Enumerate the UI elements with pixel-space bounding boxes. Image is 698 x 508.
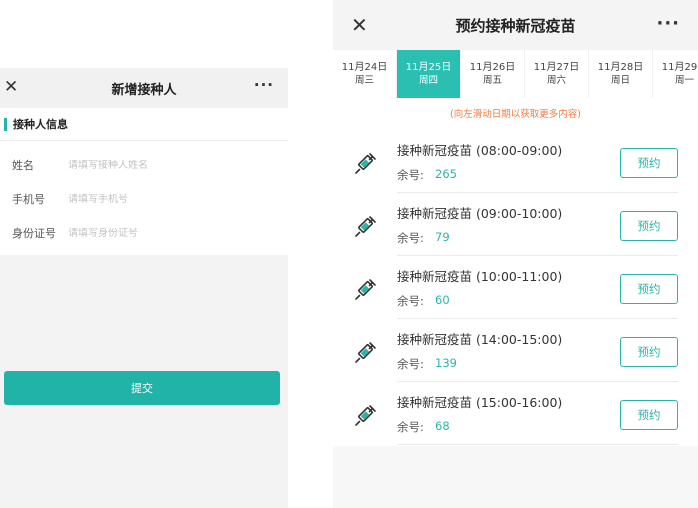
syringe-icon [355,405,376,426]
remain-count: 265 [435,167,457,181]
date-tab-date: 11月24日 [341,62,388,73]
id-number-label: 身份证号 [12,227,56,240]
slot-name: 接种新冠疫苗 (10:00-11:00) [397,269,563,284]
phone-input[interactable] [68,193,268,205]
syringe-icon [355,153,376,174]
name-input[interactable] [68,159,268,171]
syringe-icon [355,342,376,363]
close-icon[interactable]: ✕ [351,14,368,36]
divider [397,444,678,445]
remain-count: 139 [435,356,457,370]
remain-count: 79 [435,230,450,244]
remain-label: 余号: [397,420,424,434]
slot-name: 接种新冠疫苗 (08:00-09:00) [397,143,563,158]
list-item: 接种新冠疫苗 (09:00-10:00) 余号: 79 预约 [333,193,698,256]
remain-label: 余号: [397,294,424,308]
phone-label: 手机号 [12,193,45,206]
close-icon[interactable]: ✕ [4,77,20,97]
date-tab-weekday: 周一 [674,75,694,86]
date-selector[interactable]: 11月24日 周三 11月25日 周四 11月26日 周五 11月27日 周六 … [333,50,698,98]
more-icon[interactable]: ··· [656,13,680,34]
right-header: ✕ 预约接种新冠疫苗 ··· [333,0,698,50]
divider [0,140,288,141]
syringe-icon [355,279,376,300]
id-number-row: 身份证号 [0,216,288,250]
page-title: 新增接种人 [111,82,177,98]
list-item: 接种新冠疫苗 (14:00-15:00) 余号: 139 预约 [333,319,698,382]
date-tab-active[interactable]: 11月25日 周四 [397,50,461,98]
date-tab-date: 11月25日 [405,62,452,73]
date-tab[interactable]: 11月28日 周日 [589,50,653,98]
date-tab-date: 11月29日 [661,62,698,73]
remain-label: 余号: [397,357,424,371]
section-title: 接种人信息 [13,118,68,131]
date-tab-weekday: 周日 [610,75,630,86]
book-button[interactable]: 预约 [620,274,678,304]
page-title: 预约接种新冠疫苗 [455,16,576,35]
phone-row: 手机号 [0,182,288,216]
book-button[interactable]: 预约 [620,148,678,178]
id-number-input[interactable] [68,227,268,239]
date-tab-weekday: 周四 [418,75,438,86]
submit-button[interactable]: 提交 [4,371,280,405]
date-tab[interactable]: 11月29日 周一 [653,50,698,98]
book-button[interactable]: 预约 [620,337,678,367]
add-recipient-screen: ✕ 新增接种人 ··· 接种人信息 姓名 手机号 身份证号 提交 [0,68,288,508]
syringe-icon [355,216,376,237]
slot-name: 接种新冠疫苗 (09:00-10:00) [397,206,563,221]
date-tab-date: 11月26日 [469,62,516,73]
date-tab[interactable]: 11月26日 周五 [461,50,525,98]
recipient-form: 接种人信息 姓名 手机号 身份证号 [0,108,288,255]
book-button[interactable]: 预约 [620,211,678,241]
date-tab-date: 11月28日 [597,62,644,73]
date-tab-date: 11月27日 [533,62,580,73]
slot-name: 接种新冠疫苗 (15:00-16:00) [397,395,563,410]
date-tab[interactable]: 11月24日 周三 [333,50,397,98]
remain-count: 60 [435,293,450,307]
left-header: ✕ 新增接种人 ··· [0,68,288,108]
scroll-hint: (向左滑动日期以获取更多内容) [450,109,581,120]
slot-name: 接种新冠疫苗 (14:00-15:00) [397,332,563,347]
date-tab[interactable]: 11月27日 周六 [525,50,589,98]
vaccine-booking-screen: ✕ 预约接种新冠疫苗 ··· 11月24日 周三 11月25日 周四 11月26… [333,0,698,508]
remain-label: 余号: [397,231,424,245]
remain-label: 余号: [397,168,424,182]
section-accent-bar [4,117,7,131]
book-button[interactable]: 预约 [620,400,678,430]
date-tab-weekday: 周三 [354,75,374,86]
date-tab-weekday: 周六 [546,75,566,86]
name-label: 姓名 [12,159,34,172]
slot-list: (向左滑动日期以获取更多内容) 接种新冠疫苗 (08:00-09:00) 余号:… [333,98,698,446]
name-row: 姓名 [0,148,288,182]
more-icon[interactable]: ··· [254,76,274,94]
list-item: 接种新冠疫苗 (08:00-09:00) 余号: 265 预约 [333,130,698,193]
list-item: 接种新冠疫苗 (15:00-16:00) 余号: 68 预约 [333,382,698,445]
list-item: 接种新冠疫苗 (10:00-11:00) 余号: 60 预约 [333,256,698,319]
section-header: 接种人信息 [0,108,68,140]
remain-count: 68 [435,419,450,433]
date-tab-weekday: 周五 [482,75,502,86]
